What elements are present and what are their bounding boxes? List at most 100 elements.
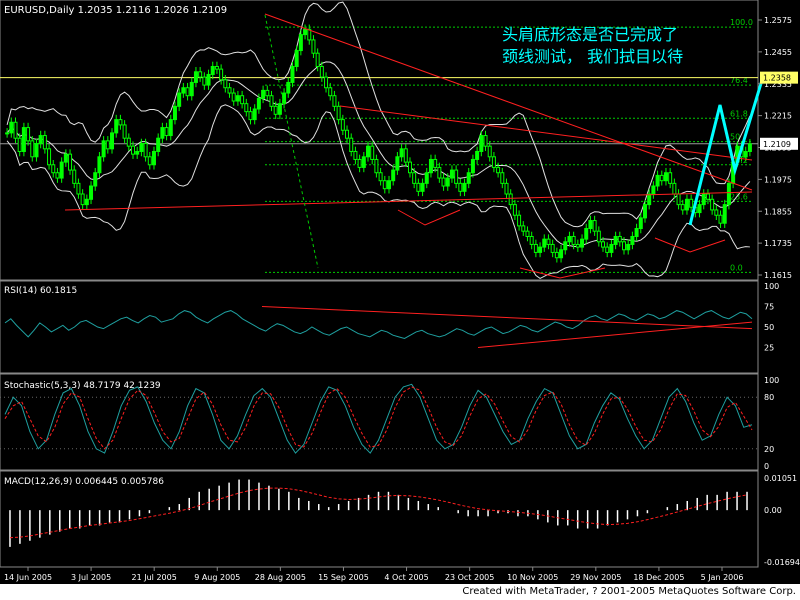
macd-title: MACD(12,26,9) 0.006445 0.005786 (4, 477, 164, 487)
candle-body (407, 161, 412, 174)
candle-body (487, 145, 492, 158)
rsi-panel (0, 280, 759, 374)
fib-level-label: 0.0 (730, 263, 743, 272)
candle-body (168, 119, 173, 137)
y-axis-tick-label: 1.1735 (764, 239, 792, 248)
stochastic-tick-label: 0 (764, 462, 769, 471)
candle-body (634, 228, 639, 237)
candle-body (714, 209, 719, 216)
candle-body (273, 105, 278, 115)
candle-body (89, 185, 94, 200)
candle-body (466, 172, 471, 184)
price-chart-title: EURUSD,Daily 1.2035 1.2116 1.2026 1.2109 (4, 5, 227, 16)
candle-body (349, 137, 354, 152)
candle-body (122, 124, 127, 139)
macd-tick-label: -0.01694 (764, 558, 800, 567)
candle-body (30, 140, 35, 158)
candle-body (345, 129, 350, 139)
candle-body (680, 204, 685, 211)
y-axis-tick-label: 1.2575 (764, 16, 792, 25)
candle-body (13, 121, 18, 139)
candle-body (97, 156, 102, 174)
candle-body (277, 103, 282, 115)
candle-body (298, 34, 303, 52)
candle-body (332, 95, 337, 107)
candle-body (647, 193, 652, 206)
candle-body (651, 185, 656, 195)
candle-body (248, 111, 253, 121)
candle-body (311, 39, 316, 54)
macd-tick-label: 0.01051 (764, 474, 797, 483)
candle-body (84, 198, 89, 206)
candle-body (659, 174, 664, 182)
rsi-tick-label: 100 (764, 282, 779, 291)
macd-tick-label: 0.00 (764, 506, 782, 515)
candle-body (198, 71, 203, 78)
candle-body (361, 156, 366, 168)
candle-body (605, 246, 610, 253)
candle-body (458, 182, 463, 192)
candle-body (747, 143, 752, 152)
candle-body (601, 241, 606, 248)
candle-body (420, 182, 425, 192)
candle-body (655, 174, 660, 187)
candle-body (718, 214, 723, 224)
candle-body (110, 132, 115, 150)
candle-body (630, 235, 635, 245)
candle-body (164, 127, 169, 137)
y-axis-tick-label: 1.2455 (764, 48, 792, 57)
candle-body (181, 87, 186, 94)
candle-body (231, 92, 236, 102)
candle-body (668, 172, 673, 184)
candle-body (210, 65, 215, 75)
candle-body (613, 235, 618, 245)
candle-body (223, 79, 228, 89)
candle-body (470, 158, 475, 174)
footer-text: Created with MetaTrader, ? 2001-2005 Met… (462, 586, 796, 597)
candle-body (596, 230, 601, 243)
candle-body (571, 235, 576, 245)
candle-body (172, 105, 177, 121)
fib-level-label: 100.0 (730, 18, 753, 27)
candle-body (101, 140, 106, 158)
y-axis-tick-label: 1.2215 (764, 112, 792, 121)
candle-body (93, 172, 98, 187)
x-axis-tick-label: 23 Oct 2005 (445, 573, 494, 582)
candle-body (580, 238, 585, 248)
candle-body (504, 182, 509, 195)
candle-body (206, 73, 211, 86)
candle-body (609, 243, 614, 253)
candle-body (26, 127, 31, 142)
candle-body (622, 241, 627, 251)
candle-body (525, 230, 530, 237)
candle-body (638, 217, 643, 230)
candle-body (357, 158, 362, 168)
stochastic-tick-label: 100 (764, 376, 779, 385)
candle-body (722, 204, 727, 224)
candle-body (244, 103, 249, 113)
candle-body (68, 153, 73, 171)
candle-body (412, 172, 417, 184)
rsi-title: RSI(14) 60.1815 (4, 286, 77, 296)
candle-body (391, 169, 396, 182)
candle-body (156, 137, 161, 152)
candle-body (710, 198, 715, 211)
candle-body (160, 127, 165, 139)
candle-body (256, 97, 261, 110)
candle-body (252, 108, 257, 121)
candle-body (584, 228, 589, 240)
candle-body (475, 150, 480, 160)
x-axis-tick-label: 21 Jul 2005 (132, 573, 177, 582)
candle-body (135, 150, 140, 155)
candle-body (378, 172, 383, 182)
candle-body (676, 193, 681, 206)
candle-body (47, 148, 52, 166)
x-axis-tick-label: 9 Aug 2005 (194, 573, 240, 582)
candle-body (386, 180, 391, 190)
candle-body (265, 89, 270, 97)
y-axis-tick-label: 1.1615 (764, 271, 792, 280)
candle-body (567, 235, 572, 243)
candle-body (114, 119, 119, 134)
candle-body (542, 238, 547, 248)
candle-body (55, 172, 60, 179)
